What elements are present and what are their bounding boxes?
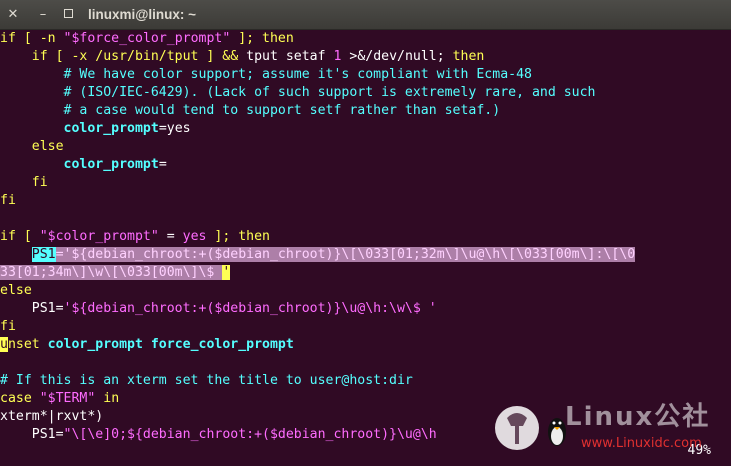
code-line: fi — [0, 174, 731, 192]
maximize-icon[interactable] — [62, 8, 76, 22]
code-line: # We have color support; assume it's com… — [0, 66, 731, 84]
code-line: # a case would tend to support setf rath… — [0, 102, 731, 120]
code-line: color_prompt=yes — [0, 120, 731, 138]
code-line: if [ -x /usr/bin/tput ] && tput setaf 1 … — [0, 48, 731, 66]
minimize-icon[interactable]: – — [36, 8, 50, 22]
code-line: PS1='${debian_chroot:+($debian_chroot)}\… — [0, 246, 731, 264]
code-line — [0, 354, 731, 372]
watermark: Linux公社 www.Linuxidc.com — [485, 392, 725, 462]
code-line: if [ -n "$force_color_prompt" ]; then — [0, 30, 731, 48]
code-line: if [ "$color_prompt" = yes ]; then — [0, 228, 731, 246]
code-line: unset color_prompt force_color_prompt — [0, 336, 731, 354]
text-cursor: u — [0, 337, 8, 352]
code-line: fi — [0, 318, 731, 336]
code-line: else — [0, 282, 731, 300]
code-line: 33[01;34m\]\w\[\033[00m\]\$ ' — [0, 264, 731, 282]
watermark-text: Linux公社 — [565, 396, 710, 433]
code-line: PS1='${debian_chroot:+($debian_chroot)}\… — [0, 300, 731, 318]
code-line: color_prompt= — [0, 156, 731, 174]
code-line: fi — [0, 192, 731, 210]
code-line — [0, 210, 731, 228]
close-icon[interactable]: ✕ — [6, 8, 20, 22]
code-line: else — [0, 138, 731, 156]
code-line: # If this is an xterm set the title to u… — [0, 372, 731, 390]
title-bar: ✕ – linuxmi@linux: ~ — [0, 0, 731, 30]
code-line: # (ISO/IEC-6429). (Lack of such support … — [0, 84, 731, 102]
watermark-url: www.Linuxidc.com — [581, 436, 702, 451]
window-title: linuxmi@linux: ~ — [88, 6, 196, 24]
